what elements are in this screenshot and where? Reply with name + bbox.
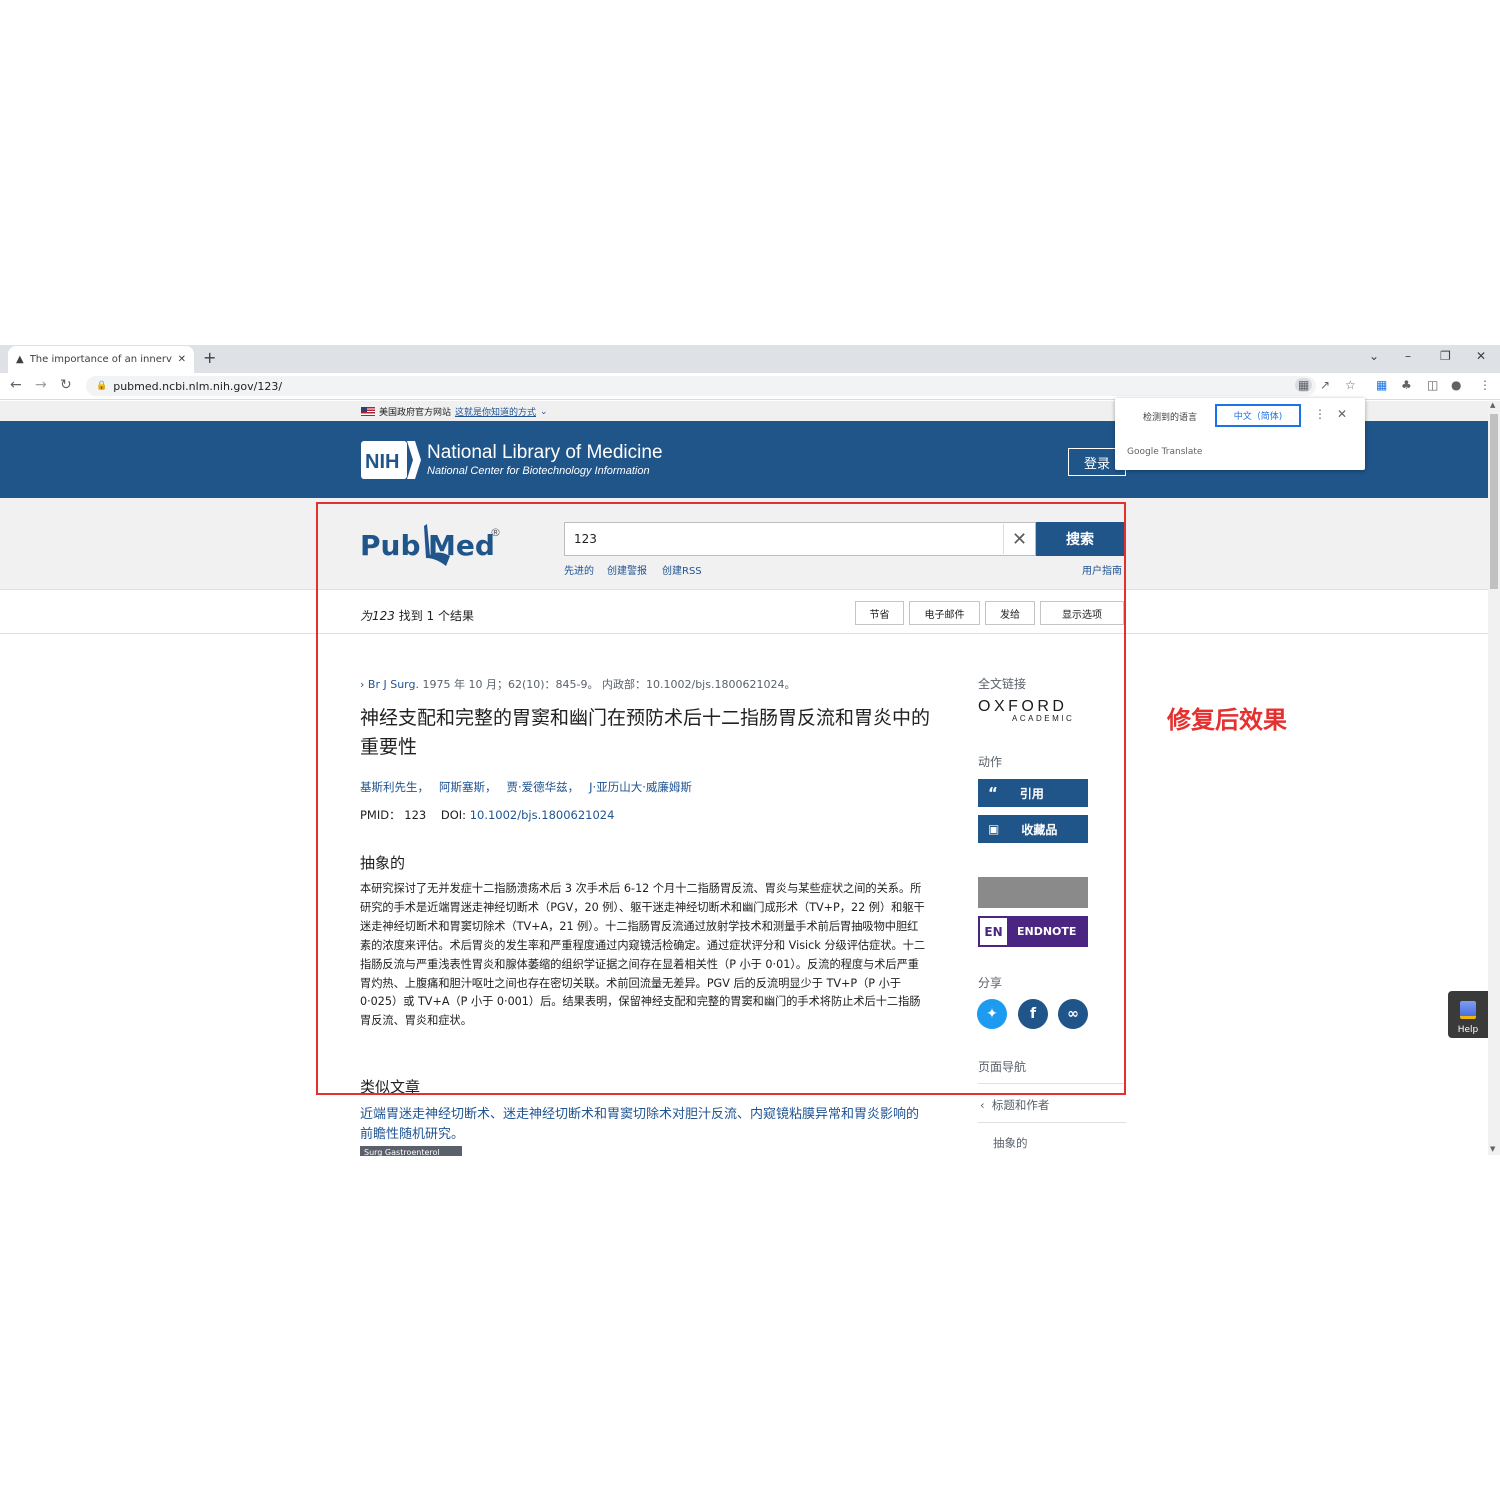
nav-title-authors[interactable]: ‹ 标题和作者 bbox=[980, 1097, 1049, 1113]
journal-link[interactable]: Br J Surg. bbox=[368, 678, 419, 691]
twitter-icon[interactable]: ✦ bbox=[977, 999, 1007, 1029]
translate-popup: 检测到的语言 中文（简体) ⋮ ✕ Google Translate bbox=[1115, 398, 1365, 470]
close-window-icon[interactable]: ✕ bbox=[1476, 349, 1486, 363]
us-flag-icon bbox=[361, 407, 375, 416]
abstract-heading: 抽象的 bbox=[360, 854, 406, 872]
nav-abstract[interactable]: 抽象的 bbox=[993, 1135, 1028, 1151]
scrollbar-thumb[interactable] bbox=[1490, 414, 1498, 589]
similar-articles-heading: 类似文章 bbox=[360, 1078, 421, 1096]
share-page-icon[interactable]: ↗ bbox=[1320, 378, 1330, 392]
author-list: 基斯利先生， 阿斯塞斯， 贾·爱德华兹， J·亚历山大·威廉姆斯 bbox=[360, 779, 692, 795]
url-text: pubmed.ncbi.nlm.nih.gov/123/ bbox=[113, 379, 283, 393]
author-link[interactable]: 基斯利先生， bbox=[360, 779, 429, 795]
tab-title: The importance of an innervat bbox=[29, 354, 172, 365]
tab-search-icon[interactable]: ⌄ bbox=[1369, 349, 1379, 363]
browser-tab-strip bbox=[0, 345, 1500, 373]
chinese-simplified-tab[interactable]: 中文（简体) bbox=[1215, 404, 1301, 427]
new-tab-icon[interactable]: + bbox=[203, 348, 216, 367]
close-icon[interactable]: ✕ bbox=[1337, 407, 1347, 421]
user-guide-link[interactable]: 用户指南 bbox=[1082, 562, 1122, 577]
profile-avatar-icon[interactable]: ● bbox=[1451, 378, 1461, 392]
result-count: 为123 找到 1 个结果 bbox=[360, 609, 474, 623]
lock-icon: 🔒 bbox=[96, 381, 108, 391]
full-text-links-label: 全文链接 bbox=[978, 677, 1027, 691]
create-rss-link[interactable]: 创建RSS bbox=[662, 562, 702, 577]
search-input[interactable]: 123 bbox=[564, 522, 1036, 556]
actions-label: 动作 bbox=[978, 755, 1003, 769]
email-button[interactable]: 电子邮件 bbox=[909, 601, 980, 625]
help-button[interactable]: Help bbox=[1448, 991, 1488, 1038]
gov-banner-link[interactable]: 这就是你知道的方式 bbox=[455, 405, 536, 418]
extension-translate-icon[interactable]: ▦ bbox=[1376, 378, 1387, 392]
annotation-label: 修复后效果 bbox=[1167, 706, 1287, 734]
endnote-button[interactable]: EN ENDNOTE bbox=[978, 916, 1088, 947]
ncbi-subtitle: National Center for Biotechnology Inform… bbox=[427, 465, 650, 477]
reload-icon[interactable]: ↻ bbox=[60, 377, 72, 393]
pubmed-logo[interactable]: Pub Med ® bbox=[360, 518, 510, 568]
google-translate-brand: Google Translate bbox=[1127, 447, 1203, 457]
detected-language-tab[interactable]: 检测到的语言 bbox=[1143, 410, 1197, 423]
translate-page-icon[interactable]: ▦ bbox=[1295, 378, 1313, 392]
svg-text:Med: Med bbox=[428, 529, 495, 562]
pmid-value: 123 bbox=[404, 808, 427, 822]
more-options-icon[interactable]: ⋮ bbox=[1314, 407, 1326, 421]
similar-article-link[interactable]: 近端胃迷走神经切断术、迷走神经切断术和胃窦切除术对胆汁反流、内窥镜粘膜异常和胃炎… bbox=[360, 1105, 930, 1145]
article-title: 神经支配和完整的胃窦和幽门在预防术后十二指肠胃反流和胃炎中的重要性 bbox=[360, 707, 931, 758]
favorites-button[interactable]: ▣ 收藏品 bbox=[978, 815, 1088, 843]
gov-banner-text: 美国政府官方网站 bbox=[379, 408, 452, 418]
display-options-button[interactable]: 显示选项 bbox=[1040, 601, 1124, 625]
help-icon bbox=[1460, 1001, 1476, 1019]
extensions-puzzle-icon[interactable]: ♣ bbox=[1401, 378, 1412, 392]
svg-text:®: ® bbox=[490, 526, 501, 539]
author-link[interactable]: 阿斯塞斯， bbox=[439, 779, 497, 795]
search-button[interactable]: 搜索 bbox=[1036, 522, 1124, 556]
browser-menu-icon[interactable]: ⋮ bbox=[1479, 378, 1491, 392]
chevron-left-icon: ‹ bbox=[980, 1098, 992, 1112]
chevron-right-icon[interactable]: › bbox=[360, 678, 368, 691]
forward-icon[interactable]: → bbox=[35, 377, 47, 393]
bookmark-star-icon[interactable]: ☆ bbox=[1345, 378, 1356, 392]
restore-icon[interactable]: ❐ bbox=[1440, 349, 1451, 363]
copy-link-icon[interactable]: ∞ bbox=[1058, 999, 1088, 1029]
endnote-icon: EN bbox=[980, 918, 1007, 945]
page-navigation-label: 页面导航 bbox=[978, 1060, 1027, 1074]
favicon-icon: ▲ bbox=[16, 354, 24, 365]
share-label: 分享 bbox=[978, 976, 1003, 990]
svg-text:Pub: Pub bbox=[360, 529, 421, 562]
nlm-title[interactable]: National Library of Medicine bbox=[427, 442, 663, 464]
close-tab-icon[interactable]: ✕ bbox=[178, 354, 186, 365]
grey-action-button[interactable] bbox=[978, 877, 1088, 908]
oxford-academic-logo[interactable]: OXFORD ACADEMIC bbox=[978, 698, 1074, 723]
browser-tab[interactable]: ▲ The importance of an innervat ✕ bbox=[8, 346, 194, 373]
doi-link[interactable]: 10.1002/bjs.1800621024 bbox=[470, 808, 615, 822]
article-identifiers: PMID： 123 DOI: 10.1002/bjs.1800621024 bbox=[360, 808, 615, 822]
divider bbox=[978, 1122, 1126, 1123]
article-citation: › Br J Surg. 1975 年 10 月；62(10)：845-9。 内… bbox=[360, 678, 796, 691]
back-icon[interactable]: ← bbox=[10, 377, 22, 393]
scroll-up-icon[interactable]: ▲ bbox=[1490, 401, 1495, 409]
create-alert-link[interactable]: 创建警报 bbox=[607, 562, 647, 577]
author-link[interactable]: J·亚历山大·威廉姆斯 bbox=[589, 779, 692, 795]
minimize-icon[interactable]: – bbox=[1405, 349, 1411, 363]
author-link[interactable]: 贾·爱德华兹， bbox=[507, 779, 580, 795]
divider bbox=[978, 1083, 1126, 1084]
quote-icon: “ bbox=[988, 784, 998, 802]
results-bar bbox=[0, 591, 1488, 634]
advanced-search-link[interactable]: 先进的 bbox=[564, 562, 594, 577]
chevron-down-icon[interactable]: ⌄ bbox=[540, 407, 548, 417]
cite-button[interactable]: “ 引用 bbox=[978, 779, 1088, 807]
clear-search-icon[interactable]: ✕ bbox=[1003, 524, 1035, 554]
bookmark-icon: ▣ bbox=[988, 822, 1000, 836]
abstract-text: 本研究探讨了无并发症十二指肠溃疡术后 3 次手术后 6-12 个月十二指肠胃反流… bbox=[360, 882, 926, 1028]
facebook-icon[interactable]: f bbox=[1018, 999, 1048, 1029]
nih-logo[interactable]: NIH bbox=[361, 441, 421, 479]
url-field[interactable]: 🔒 pubmed.ncbi.nlm.nih.gov/123/ bbox=[86, 376, 1316, 396]
scroll-down-icon[interactable]: ▼ bbox=[1490, 1145, 1495, 1153]
send-to-button[interactable]: 发给 bbox=[985, 601, 1035, 625]
save-button[interactable]: 节省 bbox=[855, 601, 904, 625]
side-panel-icon[interactable]: ◫ bbox=[1427, 378, 1438, 392]
svg-text:NIH: NIH bbox=[365, 451, 399, 473]
journal-badge: Surg Gastroenterol bbox=[360, 1146, 462, 1156]
